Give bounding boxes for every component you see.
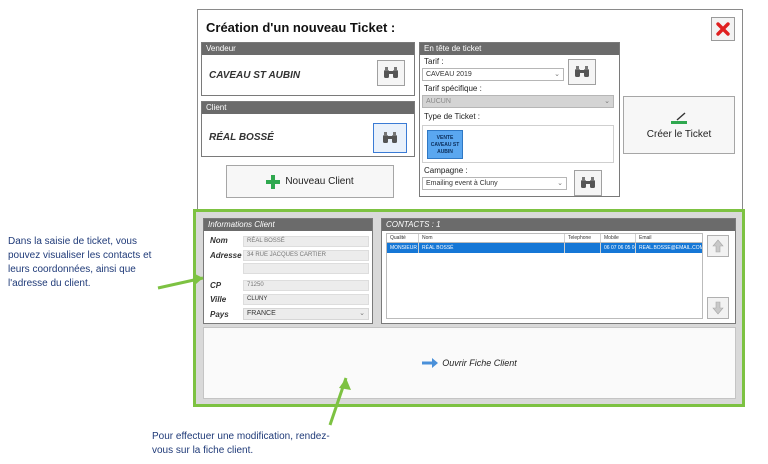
annotation-arrow-bottom xyxy=(328,377,351,426)
annotation-left: Dans la saisie de ticket, vous pouvez vi… xyxy=(8,236,152,289)
annotation-arrows xyxy=(157,273,351,426)
annotation-bottom: Pour effectuer une modification, rendez-… xyxy=(152,431,330,456)
